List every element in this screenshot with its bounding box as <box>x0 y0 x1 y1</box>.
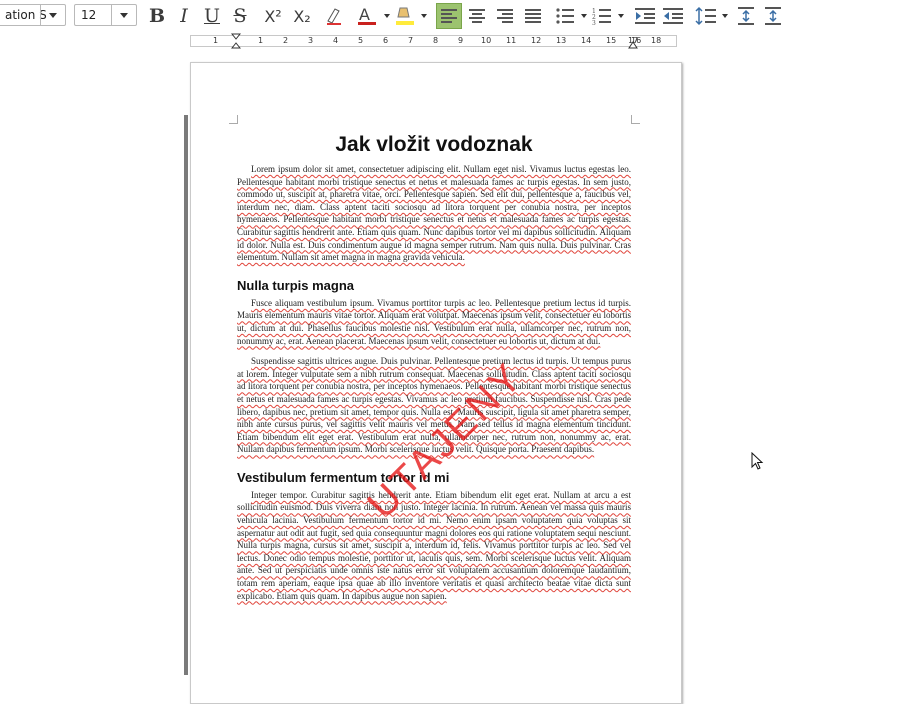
page-shadow <box>184 115 188 675</box>
font-size-dropdown-icon[interactable] <box>111 5 136 25</box>
subscript-button[interactable]: X₂ <box>289 3 315 29</box>
svg-text:A: A <box>359 5 370 24</box>
align-left-icon <box>441 9 457 23</box>
paragraph-spacing-decrease-icon <box>765 7 781 25</box>
ruler-mark: 2 <box>283 36 289 45</box>
highlighter-icon <box>396 7 414 25</box>
line-spacing-icon <box>695 6 716 26</box>
horizontal-ruler[interactable]: 1 1 2 3 4 5 6 7 8 9 10 11 12 13 14 15 16… <box>190 33 677 49</box>
font-size-combo[interactable]: 12 <box>74 4 137 26</box>
line-spacing-dropdown-icon[interactable] <box>722 14 728 18</box>
paragraph: Fusce aliquam vestibulum ipsum. Vivamus … <box>237 297 631 346</box>
first-line-indent-marker-icon[interactable] <box>231 33 241 49</box>
italic-button[interactable]: I <box>171 3 197 29</box>
justify-button[interactable] <box>520 3 546 29</box>
ruler-mark: 1 <box>213 36 219 45</box>
font-size-value: 12 <box>81 8 97 22</box>
align-center-icon <box>469 9 485 23</box>
document-title: Jak vložit vodoznak <box>335 133 533 156</box>
formatting-toolbar: ation S 12 B I U S X² X₂ A 123 <box>0 0 900 32</box>
strikethrough-button[interactable]: S <box>227 3 253 29</box>
indent-decrease-icon <box>663 8 683 24</box>
font-color-button[interactable]: A <box>354 3 380 29</box>
align-right-button[interactable] <box>492 3 518 29</box>
paragraph: Integer tempor. Curabitur sagittis hendr… <box>237 489 631 601</box>
decrease-indent-button[interactable] <box>660 3 686 29</box>
ruler-mark: 18 <box>651 36 662 45</box>
ruler-mark: 4 <box>333 36 339 45</box>
svg-text:3: 3 <box>592 20 596 25</box>
font-name-combo[interactable]: ation S <box>0 4 66 26</box>
superscript-button[interactable]: X² <box>260 3 286 29</box>
increase-paragraph-spacing-button[interactable] <box>733 3 759 29</box>
underline-button[interactable]: U <box>199 3 225 29</box>
ordered-list-button[interactable]: 123 <box>589 3 615 29</box>
eraser-icon <box>327 8 341 25</box>
ruler-mark: 14 <box>581 36 592 45</box>
ordered-list-dropdown-icon[interactable] <box>618 14 624 18</box>
ruler-mark: 8 <box>433 36 439 45</box>
ruler-mark: 9 <box>458 36 464 45</box>
heading-2: Nulla turpis magna <box>237 277 355 293</box>
increase-indent-button[interactable] <box>632 3 658 29</box>
align-left-button[interactable] <box>436 3 462 29</box>
align-right-icon <box>497 9 513 23</box>
ruler-mark: 15 <box>606 36 617 45</box>
ruler-mark: 3 <box>308 36 314 45</box>
highlight-dropdown-icon[interactable] <box>421 14 427 18</box>
ruler-mark: 6 <box>383 36 389 45</box>
document-page[interactable]: Jak vložit vodoznak Lorem ipsum dolor si… <box>190 62 682 704</box>
ruler-mark: 12 <box>531 36 542 45</box>
margin-corner-top-right <box>631 115 640 124</box>
numbered-list-icon: 123 <box>592 8 611 25</box>
line-spacing-button[interactable] <box>693 3 719 29</box>
bold-button[interactable]: B <box>144 3 170 29</box>
ruler-mark: 5 <box>358 36 364 45</box>
ruler-mark: 10 <box>481 36 492 45</box>
ruler-mark: 1 <box>258 36 264 45</box>
ruler-mark: 13 <box>556 36 567 45</box>
paragraph-spacing-increase-icon <box>738 7 754 25</box>
right-indent-marker-icon[interactable] <box>628 37 638 49</box>
font-color-icon: A <box>358 5 376 25</box>
page-content[interactable]: Jak vložit vodoznak Lorem ipsum dolor si… <box>237 133 631 610</box>
decrease-paragraph-spacing-button[interactable] <box>760 3 786 29</box>
margin-corner-top-left <box>229 115 238 124</box>
bullet-list-icon <box>556 8 574 24</box>
paragraph: Lorem ipsum dolor sit amet, consectetuer… <box>237 164 631 263</box>
justify-icon <box>525 9 541 23</box>
font-color-dropdown-icon[interactable] <box>384 14 390 18</box>
ruler-mark: 7 <box>408 36 414 45</box>
unordered-list-dropdown-icon[interactable] <box>581 14 587 18</box>
highlight-button[interactable] <box>392 3 418 29</box>
mouse-pointer-icon <box>751 452 764 470</box>
indent-increase-icon <box>635 8 655 24</box>
ruler-mark: 11 <box>506 36 517 45</box>
clear-formatting-button[interactable] <box>321 3 347 29</box>
align-center-button[interactable] <box>464 3 490 29</box>
unordered-list-button[interactable] <box>552 3 578 29</box>
font-name-dropdown-icon[interactable] <box>40 5 65 25</box>
